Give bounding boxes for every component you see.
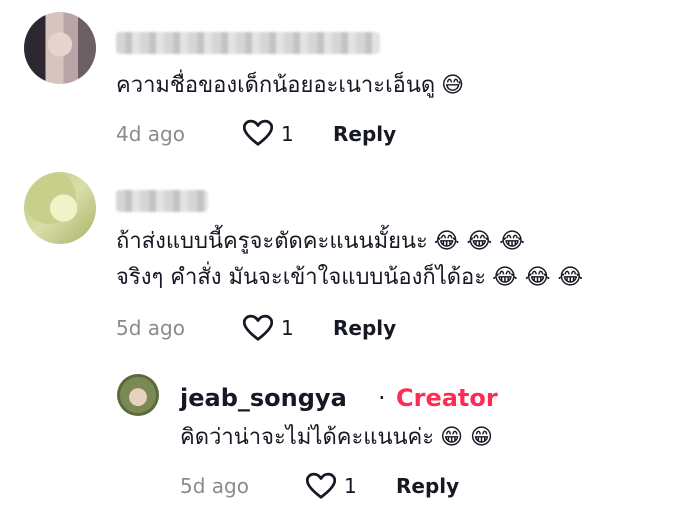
comment-text: ความชื่อของเด็กน้อยอะเนาะเอ็นดู 😅 — [116, 70, 464, 102]
joy-emoji: 😂 😂 😂 — [433, 229, 525, 254]
like-count: 1 — [344, 474, 357, 498]
reply-button[interactable]: Reply — [333, 316, 396, 340]
creator-username[interactable]: jeab_songya — [180, 384, 347, 412]
heart-outline-icon[interactable] — [243, 314, 273, 342]
reply-text-body: คิดว่าน่าจะไม่ได้คะแนนค่ะ — [180, 425, 435, 450]
timestamp: 4d ago — [116, 122, 185, 146]
comment-text-line-2: จริงๆ คำสั่ง มันจะเข้าใจแบบน้องก็ได้อะ 😂 … — [116, 262, 583, 294]
comment-text-body: จริงๆ คำสั่ง มันจะเข้าใจแบบน้องก็ได้อะ — [116, 265, 487, 290]
reply-button[interactable]: Reply — [333, 122, 396, 146]
blurred-username[interactable] — [116, 190, 208, 212]
timestamp: 5d ago — [180, 474, 249, 498]
heart-outline-icon[interactable] — [306, 472, 336, 500]
avatar[interactable] — [24, 172, 96, 244]
blurred-username[interactable] — [116, 32, 380, 54]
comment-text-body: ความชื่อของเด็กน้อยอะเนาะเอ็นดู — [116, 73, 436, 98]
avatar[interactable] — [24, 12, 96, 84]
sweat-smile-emoji: 😅 — [441, 73, 465, 98]
heart-outline-icon[interactable] — [243, 119, 273, 147]
grin-emoji: 😁 😁 — [440, 425, 493, 450]
comment-text-line-1: ถ้าส่งแบบนี้ครูจะตัดคะแนนมั้ยนะ 😂 😂 😂 — [116, 226, 525, 258]
reply-text: คิดว่าน่าจะไม่ได้คะแนนค่ะ 😁 😁 — [180, 422, 493, 454]
creator-avatar[interactable] — [117, 374, 159, 416]
joy-emoji: 😂 😂 😂 — [492, 265, 584, 290]
creator-badge: Creator — [396, 384, 498, 412]
like-count: 1 — [281, 122, 294, 146]
separator-dot: · — [378, 384, 386, 412]
comment-text-body: ถ้าส่งแบบนี้ครูจะตัดคะแนนมั้ยนะ — [116, 229, 428, 254]
timestamp: 5d ago — [116, 316, 185, 340]
reply-button[interactable]: Reply — [396, 474, 459, 498]
like-count: 1 — [281, 316, 294, 340]
